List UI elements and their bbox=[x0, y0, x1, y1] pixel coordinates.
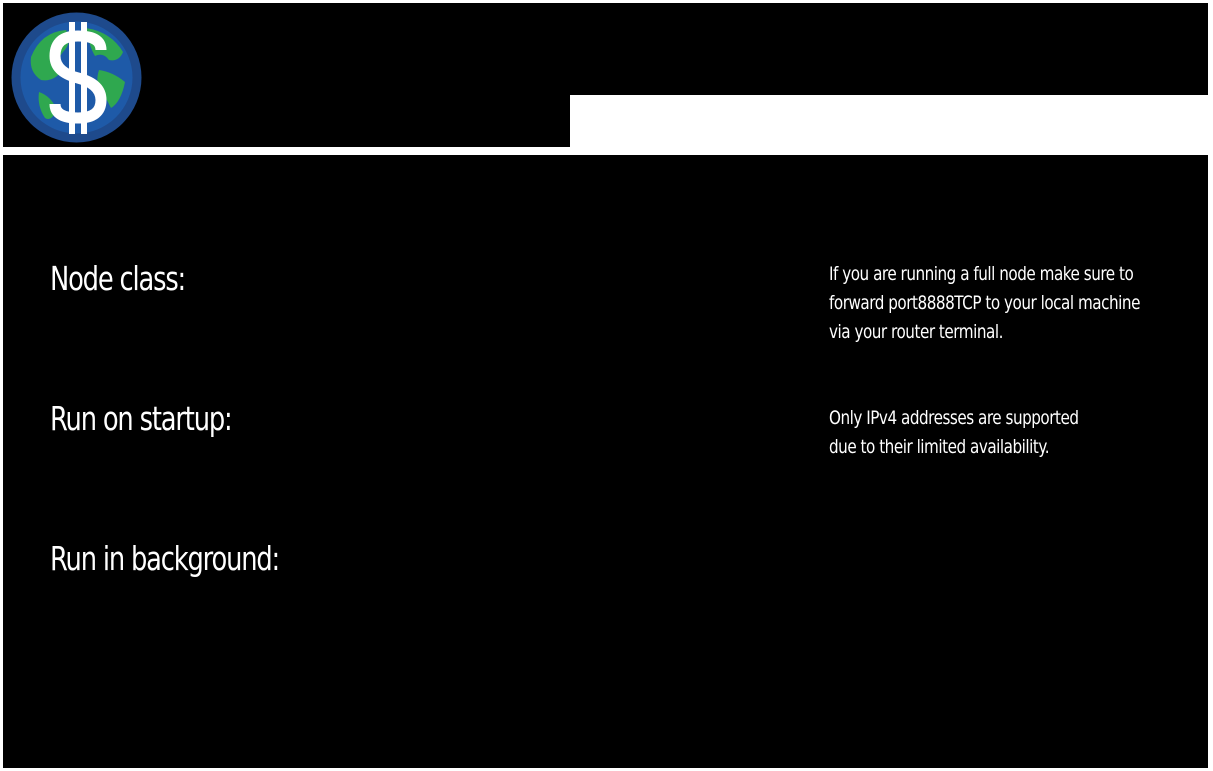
run-in-background-label: Run in background: bbox=[50, 539, 280, 578]
ipv4-info-line: Only IPv4 addresses are supported bbox=[829, 407, 1079, 429]
ipv4-info: Only IPv4 addresses are supported due to… bbox=[829, 404, 1079, 462]
header-bar bbox=[3, 3, 1208, 95]
node-class-label: Node class: bbox=[50, 259, 186, 298]
ipv4-info-line: due to their limited availability. bbox=[829, 436, 1050, 458]
port-forward-info: If you are running a full node make sure… bbox=[829, 260, 1140, 347]
header-white-panel bbox=[571, 95, 1208, 147]
globe-dollar-logo-icon bbox=[11, 12, 142, 143]
run-on-startup-label: Run on startup: bbox=[50, 399, 233, 438]
port-forward-info-line: via your router terminal. bbox=[829, 321, 1003, 343]
port-forward-info-line: forward port8888TCP to your local machin… bbox=[829, 292, 1140, 314]
port-forward-info-line: If you are running a full node make sure… bbox=[829, 263, 1134, 285]
